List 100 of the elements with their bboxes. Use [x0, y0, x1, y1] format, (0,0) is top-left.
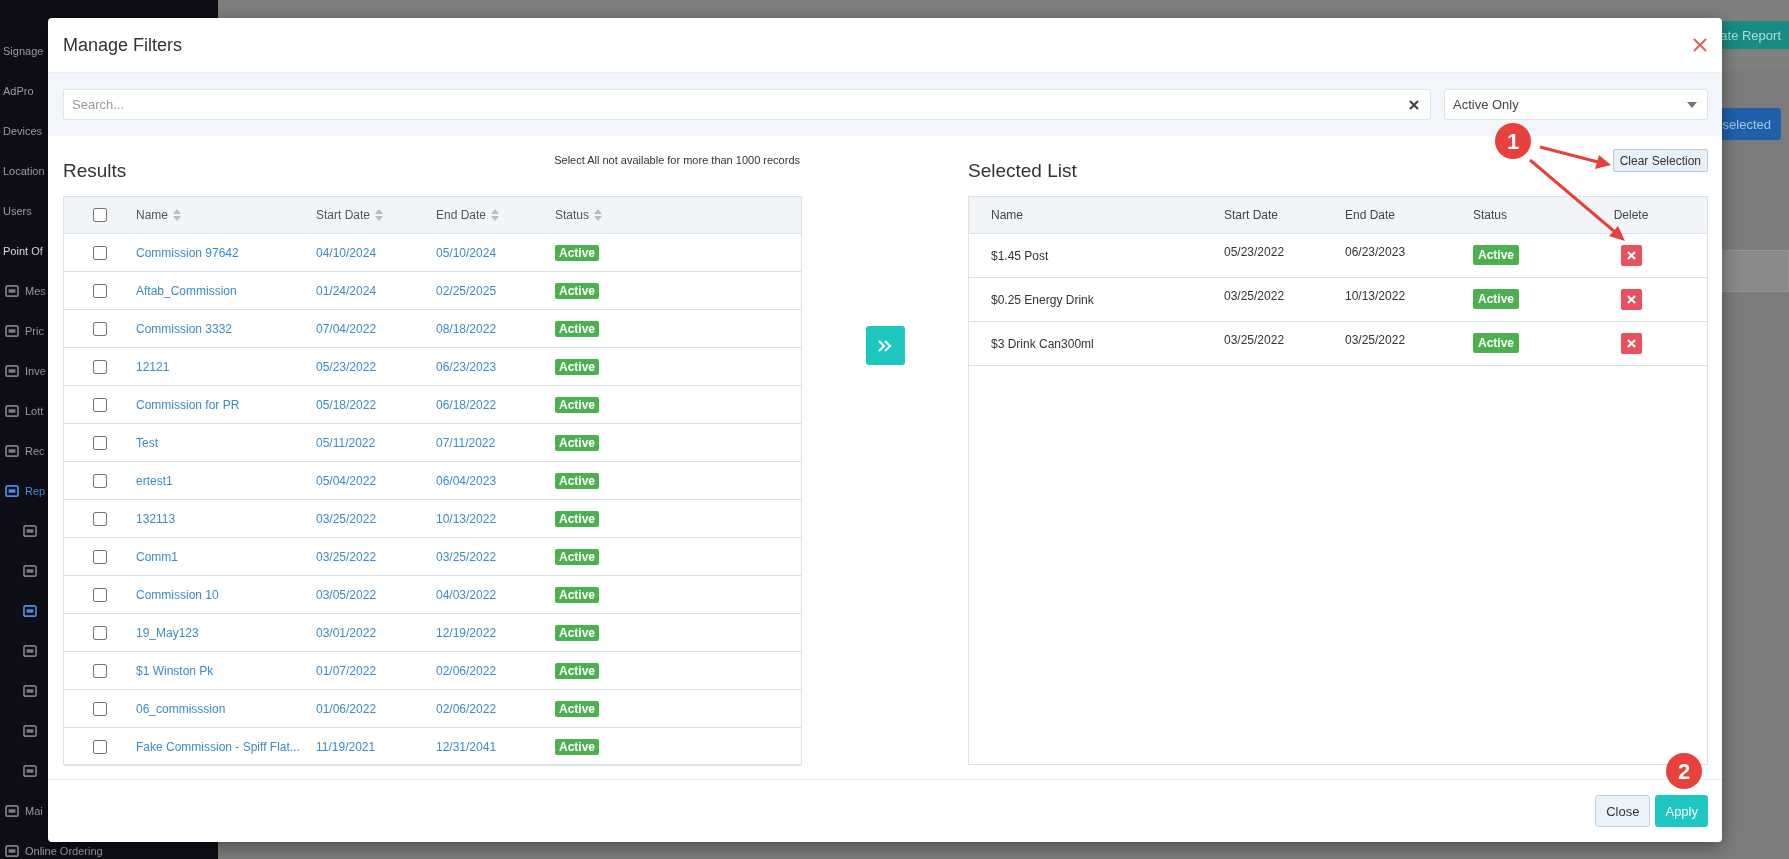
date-link[interactable]: 05/11/2022 — [316, 435, 376, 450]
menu-icon[interactable] — [5, 805, 19, 817]
clear-selection-button[interactable]: Clear Selection — [1612, 149, 1708, 172]
sidebar-item[interactable]: Mai — [25, 805, 43, 817]
menu-icon[interactable] — [23, 765, 37, 777]
sidebar-item[interactable]: Mes — [25, 285, 46, 297]
date-link[interactable]: 01/07/2022 — [316, 663, 377, 678]
row-checkbox[interactable] — [93, 321, 107, 336]
search-field[interactable]: Search... — [63, 89, 1431, 120]
row-checkbox[interactable] — [93, 397, 107, 412]
name-link[interactable]: Aftab_Commission — [136, 283, 237, 298]
date-link[interactable]: 11/19/2021 — [316, 739, 376, 754]
menu-icon[interactable] — [23, 565, 37, 577]
name-link[interactable]: Commission for PR — [136, 397, 240, 412]
menu-icon[interactable] — [23, 645, 37, 657]
column-header[interactable]: Start Date — [316, 208, 371, 222]
name-link[interactable]: Test — [136, 435, 158, 450]
row-checkbox[interactable] — [93, 663, 107, 678]
sidebar-item[interactable]: Users — [3, 205, 32, 217]
menu-icon[interactable] — [5, 325, 19, 337]
menu-icon[interactable] — [5, 405, 19, 417]
date-link[interactable]: 04/03/2022 — [436, 587, 497, 602]
date-link[interactable]: 02/06/2022 — [436, 701, 497, 716]
row-checkbox[interactable] — [93, 359, 107, 374]
date-link[interactable]: 04/10/2024 — [316, 245, 377, 260]
row-checkbox[interactable] — [93, 625, 107, 640]
row-checkbox[interactable] — [93, 511, 107, 526]
row-checkbox[interactable] — [93, 587, 107, 602]
column-header[interactable]: End Date — [436, 208, 487, 222]
menu-icon[interactable] — [5, 445, 19, 457]
select-all-checkbox[interactable] — [93, 208, 107, 222]
column-header[interactable]: Name — [136, 208, 168, 222]
sidebar-item[interactable]: Rec — [25, 445, 45, 457]
sidebar-item[interactable]: Rep — [25, 485, 46, 497]
name-link[interactable]: 19_May123 — [136, 625, 199, 640]
delete-button[interactable] — [1620, 245, 1642, 266]
date-link[interactable]: 06/23/2023 — [436, 359, 497, 374]
menu-icon[interactable] — [23, 525, 37, 537]
date-link[interactable]: 03/01/2022 — [316, 625, 377, 640]
date-link[interactable]: 05/10/2024 — [436, 245, 497, 260]
name-link[interactable]: Commission 97642 — [136, 245, 239, 260]
sidebar-item[interactable]: Lott — [25, 405, 44, 417]
apply-button[interactable]: Apply — [1655, 795, 1708, 827]
name-link[interactable]: Commission 3332 — [136, 321, 233, 336]
row-checkbox[interactable] — [93, 549, 107, 564]
date-link[interactable]: 07/11/2022 — [436, 435, 496, 450]
name-link[interactable]: 06_commisssion — [136, 701, 226, 716]
date-link[interactable]: 03/25/2022 — [316, 549, 377, 564]
name-link[interactable]: 12121 — [136, 359, 170, 374]
row-checkbox[interactable] — [93, 473, 107, 488]
sidebar-item[interactable]: Location — [3, 165, 45, 177]
date-link[interactable]: 06/04/2023 — [436, 473, 497, 488]
date-link[interactable]: 05/18/2022 — [316, 397, 377, 412]
sidebar-item[interactable]: AdPro — [3, 85, 34, 97]
name-link[interactable]: Commission 10 — [136, 587, 219, 602]
menu-icon[interactable] — [5, 365, 19, 377]
row-checkbox[interactable] — [93, 283, 107, 298]
name-link[interactable]: 132113 — [136, 511, 176, 526]
sidebar-item[interactable]: Signage — [3, 45, 44, 57]
name-link[interactable]: ertest1 — [136, 473, 173, 488]
sidebar-item[interactable]: Point Of — [3, 245, 43, 257]
menu-icon[interactable] — [5, 285, 19, 297]
delete-button[interactable] — [1620, 333, 1642, 354]
menu-icon[interactable] — [23, 725, 37, 737]
name-link[interactable]: Fake Commission - Spiff Flat... — [136, 739, 300, 754]
sidebar-item[interactable]: Devices — [3, 125, 43, 137]
date-link[interactable]: 07/04/2022 — [316, 321, 377, 336]
menu-icon[interactable] — [23, 685, 37, 697]
date-link[interactable]: 08/18/2022 — [436, 321, 497, 336]
menu-icon[interactable] — [5, 845, 19, 857]
date-link[interactable]: 05/04/2022 — [316, 473, 377, 488]
row-checkbox[interactable] — [93, 701, 107, 716]
date-link[interactable]: 03/05/2022 — [316, 587, 377, 602]
date-link[interactable]: 12/31/2041 — [436, 739, 497, 754]
date-link[interactable]: 12/19/2022 — [436, 625, 497, 640]
sidebar-item[interactable]: Inve — [25, 365, 46, 377]
delete-button[interactable] — [1620, 289, 1642, 310]
status-dropdown[interactable]: Active Only — [1444, 89, 1708, 120]
sidebar-item[interactable]: Pric — [25, 325, 44, 337]
date-link[interactable]: 03/25/2022 — [436, 549, 497, 564]
date-link[interactable]: 02/25/2025 — [436, 283, 497, 298]
date-link[interactable]: 01/24/2024 — [316, 283, 377, 298]
close-button[interactable]: Close — [1595, 795, 1651, 827]
name-link[interactable]: Comm1 — [136, 549, 178, 564]
column-header[interactable]: Status — [555, 208, 590, 222]
date-link[interactable]: 01/06/2022 — [316, 701, 377, 716]
close-icon[interactable] — [1693, 38, 1707, 52]
name-link[interactable]: $1 Winston Pk — [136, 663, 214, 678]
date-link[interactable]: 10/13/2022 — [436, 511, 497, 526]
date-link[interactable]: 06/18/2022 — [436, 397, 497, 412]
row-checkbox[interactable] — [93, 245, 107, 260]
row-checkbox[interactable] — [93, 435, 107, 450]
row-checkbox[interactable] — [93, 739, 107, 754]
date-link[interactable]: 05/23/2022 — [316, 359, 377, 374]
clear-icon[interactable] — [1409, 100, 1419, 110]
menu-icon[interactable] — [23, 605, 37, 617]
date-link[interactable]: 02/06/2022 — [436, 663, 497, 678]
menu-icon[interactable] — [5, 485, 19, 497]
sidebar-item[interactable]: Online Ordering — [25, 845, 103, 857]
date-link[interactable]: 03/25/2022 — [316, 511, 377, 526]
